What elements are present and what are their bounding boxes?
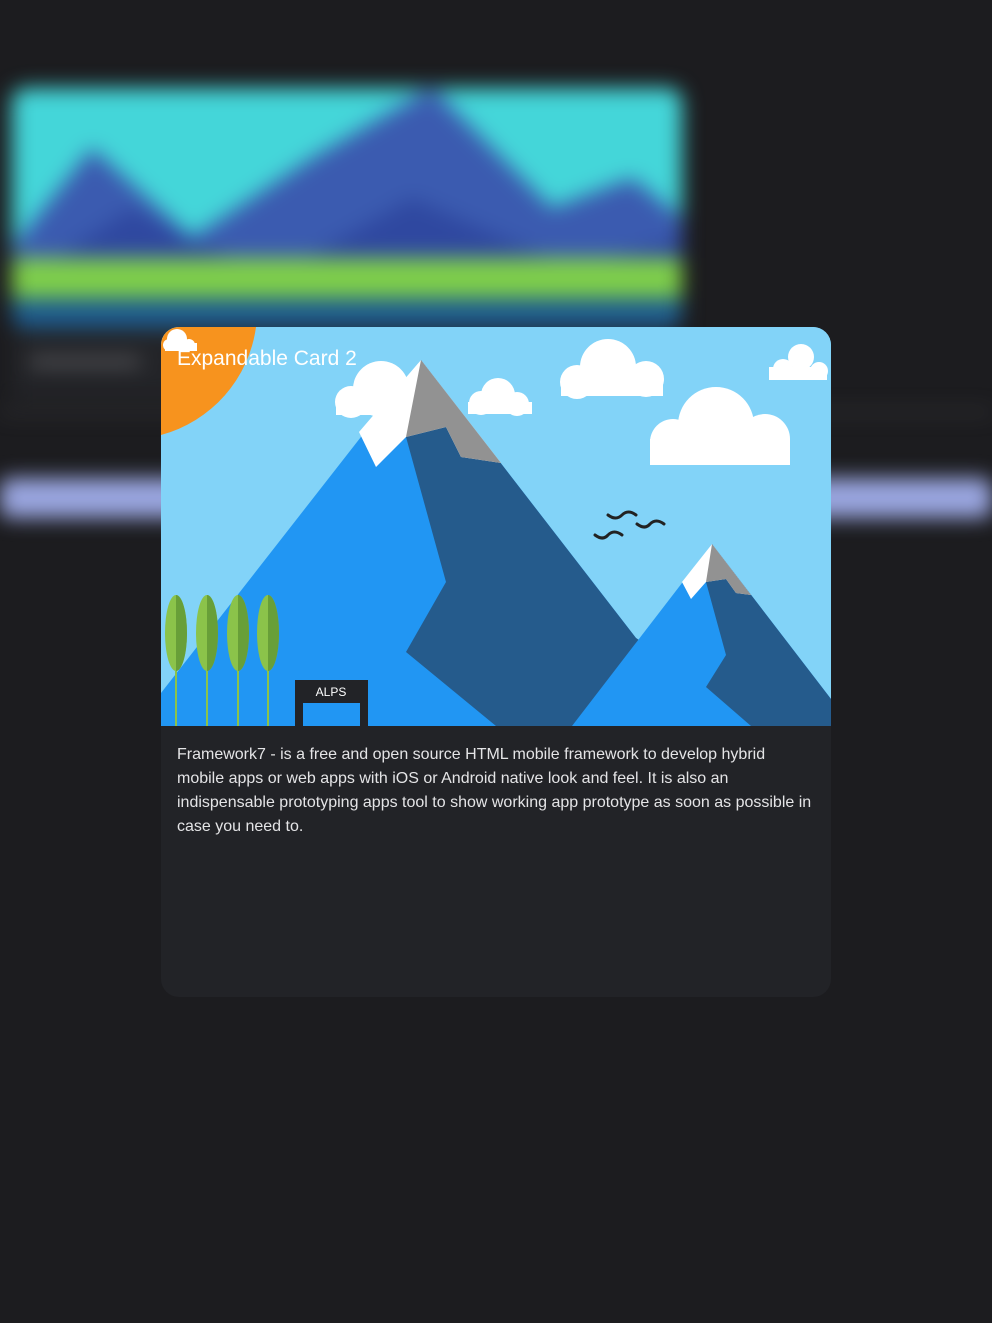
cloud-icon bbox=[163, 329, 197, 351]
backdrop-card-title: ▬▬▬▬▬ bbox=[30, 345, 140, 370]
card-header-image: ALPS Expandable Card 2 bbox=[161, 327, 831, 726]
app-stage: ▬▬▬▬▬ ALPS Expandable Card 2 Framework7 … bbox=[0, 0, 992, 1323]
backdrop-card-image bbox=[12, 88, 682, 328]
expandable-card[interactable]: ALPS Expandable Card 2 Framework7 - is a… bbox=[161, 327, 831, 997]
card-title: Expandable Card 2 bbox=[177, 347, 357, 370]
alps-sign-gate: ALPS bbox=[295, 680, 368, 726]
card-description: Framework7 - is a free and open source H… bbox=[177, 746, 812, 835]
alps-sign-text: ALPS bbox=[316, 685, 347, 699]
blurred-landscape-illustration bbox=[12, 88, 682, 328]
mountain-landscape-illustration: ALPS bbox=[161, 327, 831, 726]
